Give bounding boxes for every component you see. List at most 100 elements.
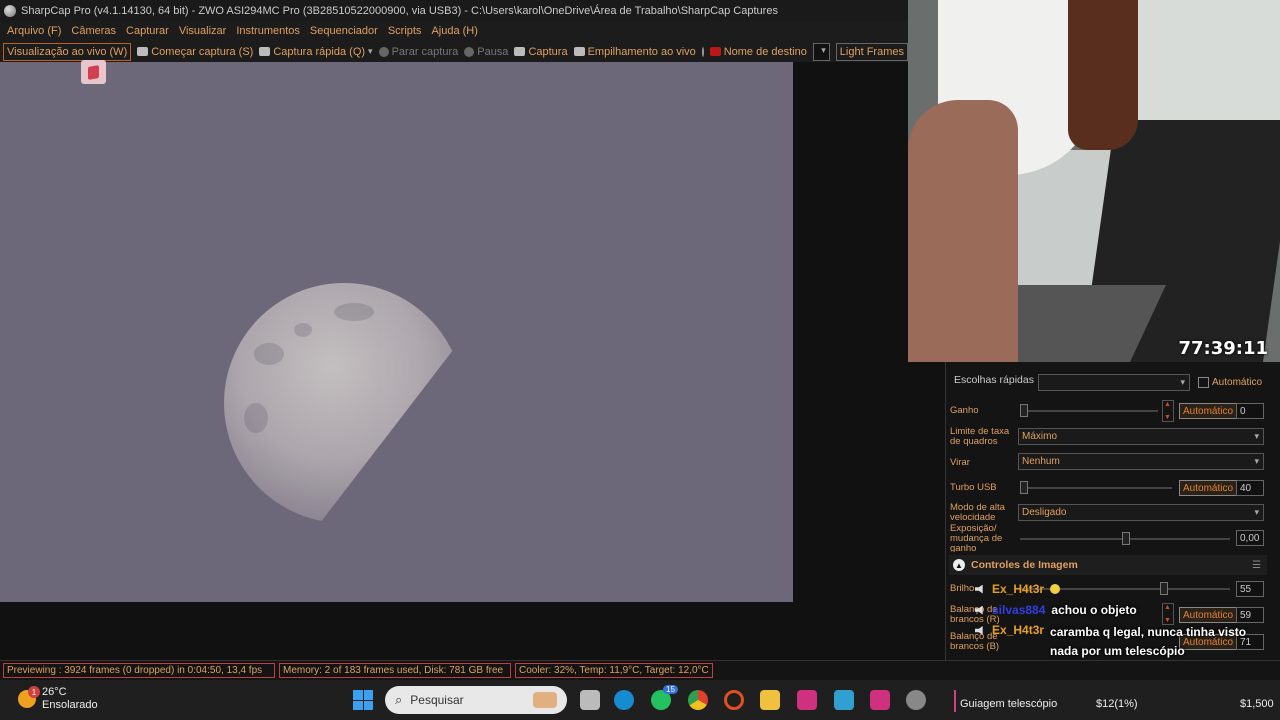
windows-start-button[interactable] [353,690,373,710]
quick-picks-auto[interactable]: Automático [1198,377,1262,388]
quick-picks-select[interactable] [1038,374,1190,391]
flip-label: Virar [950,457,970,468]
notification-badge: 1 [28,686,40,698]
chevron-down-icon[interactable]: ▾ [368,46,373,57]
task-view-icon[interactable] [580,690,600,710]
stream-timer: 77:39:11 [1178,338,1268,359]
exposure-gain-slider-handle[interactable] [1122,532,1130,545]
chat-username: silvas884 [992,603,1046,617]
status-memory: Memory: 2 of 183 frames used, Disk: 781 … [279,663,511,678]
menu-scripts[interactable]: Scripts [383,25,427,37]
quick-picks-row: Escolhas rápidas [954,374,1034,386]
edge-icon[interactable] [614,690,634,710]
app-icon-pink[interactable] [797,690,817,710]
status-preview: Previewing : 3924 frames (0 dropped) in … [3,663,275,678]
window-title: SharpCap Pro (v4.1.14130, 64 bit) - ZWO … [21,4,778,17]
live-view-button[interactable]: Visualização ao vivo (W) [3,42,132,61]
quick-capture-button[interactable]: Captura rápida (Q) ▾ [259,46,373,58]
chat-message: Ex_H4t3r caramba q legal, nunca tinha vi… [975,623,1255,661]
menu-lines-icon[interactable]: ☰ [1252,560,1261,571]
camera-icon [259,47,271,56]
frame-rate-select[interactable]: Máximo [1018,428,1264,445]
live-view-image[interactable] [0,62,793,602]
brightness-slider-handle[interactable] [1160,582,1168,595]
usb-turbo-slider[interactable] [1020,481,1172,494]
live-stack-button[interactable]: Empilhamento ao vivo [573,46,696,58]
start-tile [353,690,363,700]
chat-username: Ex_H4t3r [992,623,1045,637]
snapshot-button[interactable]: Captura [514,45,568,58]
collapse-up-icon[interactable]: ▲ [953,559,965,571]
wb-red-auto-button[interactable]: Automático [1179,607,1238,623]
high-speed-label: Modo de alta velocidade [950,502,1005,523]
usb-turbo-auto-button[interactable]: Automático [1179,480,1238,496]
menu-cameras[interactable]: Câmeras [66,25,121,37]
image-controls-header[interactable]: ▲ Controles de Imagem ☰ [949,555,1267,575]
app-icon-pink-2[interactable] [870,690,890,710]
start-capture-label: Começar captura (S) [151,45,254,58]
status-cooler: Cooler: 32%, Temp: 11,9°C, Target: 12,0°… [515,663,713,678]
title-bar: SharpCap Pro (v4.1.14130, 64 bit) - ZWO … [0,0,908,21]
start-tile [353,700,363,710]
high-speed-select[interactable]: Desligado [1018,504,1264,521]
snapshot-label: Captura [528,45,568,58]
gain-label: Ganho [950,405,979,416]
weather-widget[interactable]: 1 26°C Ensolarado [18,686,98,712]
menu-visualizar[interactable]: Visualizar [174,25,232,37]
webcam-person-hair [1068,0,1138,150]
exposure-gain-value[interactable]: 0,00 [1236,530,1264,546]
wb-red-value[interactable]: 59 [1236,607,1264,623]
menu-ajuda[interactable]: Ajuda (H) [426,25,482,37]
brightness-value[interactable]: 55 [1236,581,1264,597]
menu-instrumentos[interactable]: Instrumentos [231,25,305,37]
webcam-person-arm [908,100,1018,362]
gain-row: Ganho [950,406,979,416]
opera-icon[interactable] [724,690,744,710]
usb-turbo-value[interactable]: 40 [1236,480,1264,496]
checkbox[interactable] [1198,377,1209,388]
wb-red-stepper[interactable] [1162,603,1174,625]
stop-icon [378,46,389,57]
menu-capturar[interactable]: Capturar [121,25,174,37]
frame-rate-row: Limite de taxa de quadros [950,427,1014,447]
overlay-tool-button[interactable] [81,60,106,84]
gain-auto-button[interactable]: Automático [1179,403,1238,419]
app-icon-blue[interactable] [834,690,854,710]
menu-sequenciador[interactable]: Sequenciador [305,25,383,37]
file-explorer-icon[interactable] [760,690,780,710]
whatsapp-icon[interactable]: 15 [651,685,678,710]
sharpcap-taskbar-icon[interactable] [906,690,926,710]
menu-arquivo[interactable]: Arquivo (F) [2,25,66,37]
start-capture-button[interactable]: Começar captura (S) [137,46,253,58]
gain-stepper[interactable] [1162,400,1174,422]
search-highlight-icon [533,692,557,708]
chat-message: Ex_H4t3r [975,582,1061,596]
pause-button[interactable]: Pausa [464,46,508,58]
moon-image [224,283,464,523]
taskbar-search[interactable]: ⌕ Pesquisar [385,686,567,714]
chrome-icon[interactable] [688,690,708,710]
exposure-gain-row: Exposição/ mudança de ganho [950,524,1014,552]
viewport-empty-area [0,602,945,660]
stop-capture-button[interactable]: Parar captura [378,46,458,58]
target-name-select[interactable] [812,42,830,61]
toolbar: Visualização ao vivo (W) Começar captura… [0,41,908,62]
quick-picks-auto-label: Automático [1212,376,1263,388]
exposure-gain-slider[interactable] [1020,532,1230,545]
stream-goal-target: $1,500 [1240,698,1274,710]
gain-slider[interactable] [1020,404,1158,417]
tool-icon [88,64,99,80]
chat-message: silvas884 achou o objeto [975,603,1137,617]
gain-slider-handle[interactable] [1020,404,1028,417]
camera-icon [137,47,149,56]
status-bar: Previewing : 3924 frames (0 dropped) in … [0,660,1280,680]
flip-select[interactable]: Nenhum [1018,453,1264,470]
frame-rate-label: Limite de taxa de quadros [950,426,1010,447]
brightness-label: Brilho [950,583,975,594]
gain-value[interactable]: 0 [1236,403,1264,419]
frame-type-select[interactable]: Light Frames [835,42,908,61]
quick-picks-label: Escolhas rápidas [954,374,1034,386]
usb-turbo-row: Turbo USB [950,483,997,493]
usb-turbo-slider-handle[interactable] [1020,481,1028,494]
whatsapp-badge: 15 [663,685,678,694]
